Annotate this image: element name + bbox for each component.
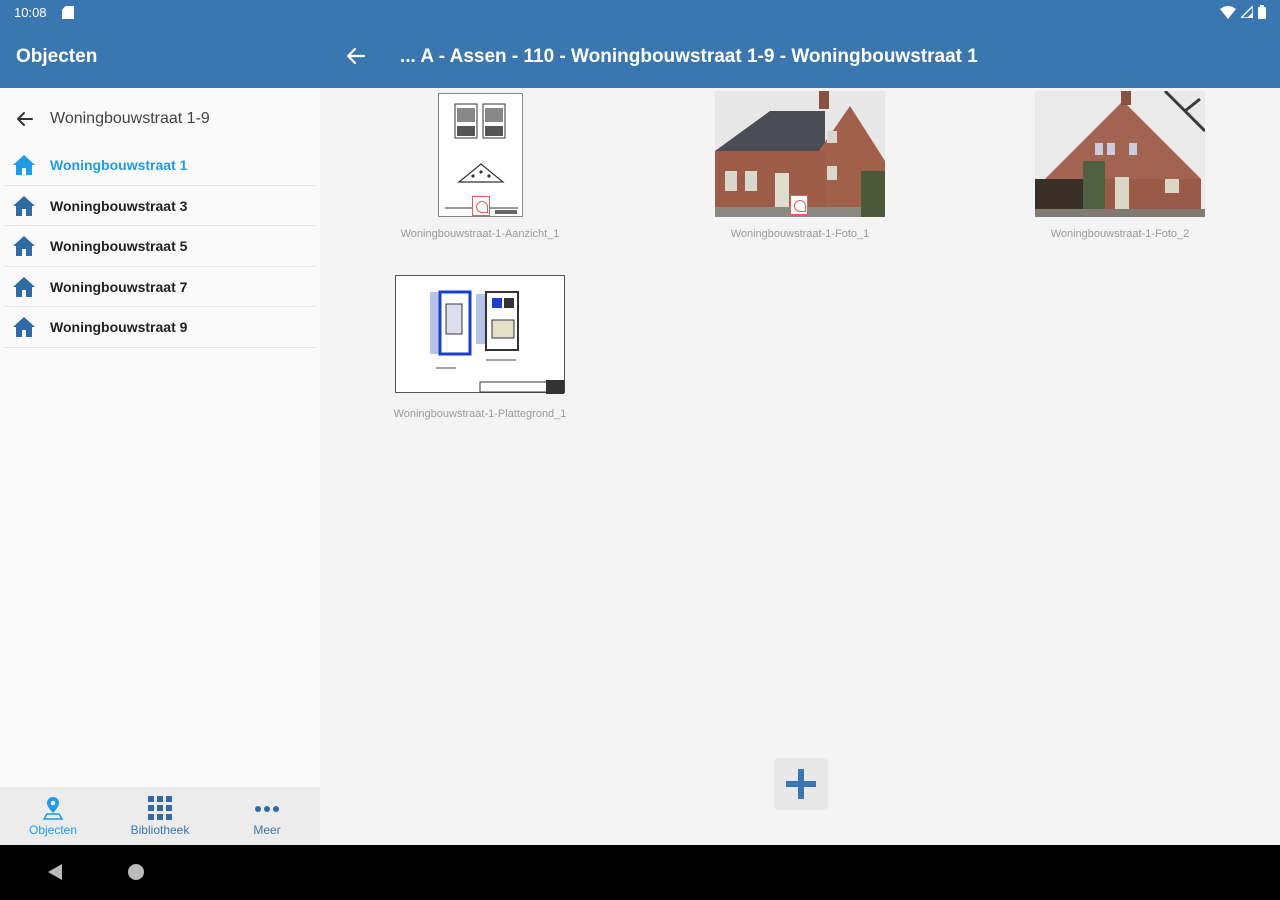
list-item-label: Woningbouwstraat 9 — [50, 319, 188, 335]
more-icon — [255, 806, 279, 812]
pin-icon — [42, 797, 64, 820]
list-item[interactable]: Woningbouwstraat 9 — [4, 307, 316, 348]
house-icon — [13, 317, 35, 337]
nav-objecten[interactable]: Objecten — [0, 787, 106, 845]
object-list-pane: Woningbouwstraat 1-9 Woningbouwstraat 1 … — [0, 88, 320, 845]
list-item[interactable]: Woningbouwstraat 1 — [4, 145, 316, 186]
list-item-label: Woningbouwstraat 5 — [50, 238, 188, 254]
list-item[interactable]: Woningbouwstraat 7 — [4, 267, 316, 307]
back-arrow-icon[interactable] — [342, 42, 370, 70]
list-header: Woningbouwstraat 1-9 — [0, 98, 320, 140]
floorplan-thumbnail — [395, 275, 565, 394]
photo-thumbnail — [1035, 91, 1205, 217]
file-tile[interactable]: Woningbouwstraat-1-Foto_2 — [1005, 88, 1235, 248]
pdf-icon — [790, 195, 808, 215]
floorplan-drawing — [430, 290, 565, 394]
signal-icon — [1241, 6, 1253, 18]
list-item-label: Woningbouwstraat 7 — [50, 278, 188, 295]
app-bar: Objecten ... A - Assen - 110 - Woningbou… — [0, 26, 1280, 88]
add-file-button[interactable] — [774, 758, 828, 810]
breadcrumb-title: ... A - Assen - 110 - Woningbouwstraat 1… — [400, 46, 978, 67]
status-bar: 10:08 — [0, 0, 1280, 26]
list-item-label: Woningbouwstraat 3 — [50, 197, 188, 214]
nav-label: Meer — [253, 823, 281, 837]
file-tile[interactable]: Woningbouwstraat-1-Foto_1 — [685, 88, 915, 248]
back-arrow-icon[interactable] — [14, 108, 36, 130]
plus-icon — [798, 769, 804, 799]
house-icon — [13, 276, 35, 297]
file-name: Woningbouwstraat-1-Aanzicht_1 — [400, 228, 560, 240]
photo-thumbnail — [715, 91, 885, 217]
file-name: Woningbouwstraat-1-Foto_1 — [730, 228, 870, 240]
house-photo — [1035, 91, 1205, 217]
bottom-navigation: Objecten Bibliotheek Meer — [0, 787, 320, 845]
status-time: 10:08 — [14, 5, 47, 20]
file-tile[interactable]: Woningbouwstraat-1-Aanzicht_1 — [365, 88, 595, 248]
system-nav-bar — [0, 845, 1280, 900]
object-list: Woningbouwstraat 1 Woningbouwstraat 3 Wo… — [4, 145, 316, 348]
file-tile[interactable]: Woningbouwstraat-1-Plattegrond_1 — [365, 268, 595, 428]
left-pane-title: Objecten — [16, 46, 98, 67]
list-item-label: Woningbouwstraat 1 — [50, 157, 188, 173]
system-back-icon[interactable] — [48, 864, 62, 880]
file-grid: Woningbouwstraat-1-Aanzicht_1 Woningbouw… — [320, 88, 1280, 845]
nav-bibliotheek[interactable]: Bibliotheek — [107, 787, 213, 845]
list-header-title: Woningbouwstraat 1-9 — [50, 110, 210, 127]
house-icon — [13, 155, 35, 175]
system-home-icon[interactable] — [128, 864, 144, 880]
status-icons — [1220, 5, 1266, 19]
nav-meer[interactable]: Meer — [214, 787, 320, 845]
drawing-thumbnail — [438, 93, 523, 217]
list-item[interactable]: Woningbouwstraat 3 — [4, 186, 316, 226]
app-root: 10:08 Objecten ... A - Assen - 110 - Won… — [0, 0, 1280, 900]
file-name: Woningbouwstraat-1-Foto_2 — [1050, 228, 1190, 240]
house-icon — [13, 195, 35, 216]
nav-label: Bibliotheek — [130, 823, 190, 837]
nav-label: Objecten — [28, 823, 78, 837]
grid-icon — [148, 796, 172, 820]
wifi-icon — [1220, 5, 1236, 19]
sd-card-icon — [62, 6, 74, 19]
house-icon — [13, 236, 35, 256]
list-item[interactable]: Woningbouwstraat 5 — [4, 226, 316, 267]
battery-icon — [1258, 5, 1266, 19]
pdf-icon — [472, 196, 490, 216]
file-name: Woningbouwstraat-1-Plattegrond_1 — [393, 408, 567, 420]
